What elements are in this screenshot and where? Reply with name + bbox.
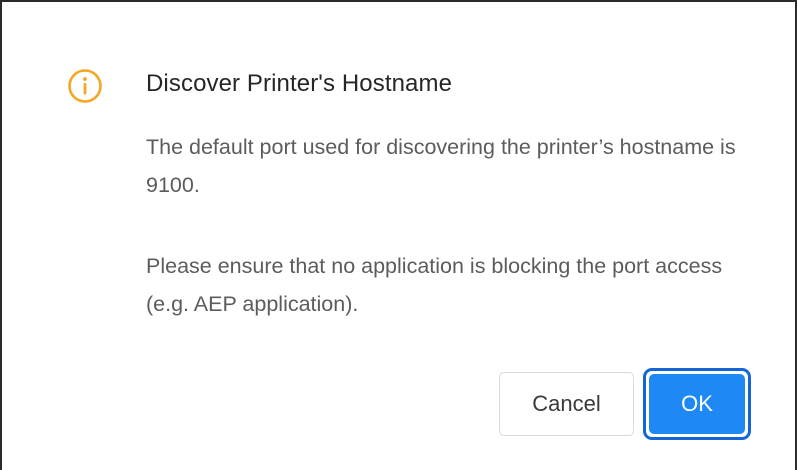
cancel-button[interactable]: Cancel: [499, 372, 634, 436]
ok-button-focus-ring: OK: [643, 368, 751, 440]
dialog-message-warning: Please ensure that no application is blo…: [146, 254, 723, 316]
dialog-title: Discover Printer's Hostname: [146, 70, 453, 97]
info-circle-icon: [67, 68, 103, 104]
dialog-message-port: The default port used for discovering th…: [146, 135, 736, 197]
dialog-window: Discover Printer's Hostname The default …: [0, 0, 797, 470]
dialog-footer: Cancel OK: [0, 368, 797, 440]
confirm-dialog: Discover Printer's Hostname The default …: [0, 0, 797, 470]
ok-button[interactable]: OK: [649, 374, 745, 434]
